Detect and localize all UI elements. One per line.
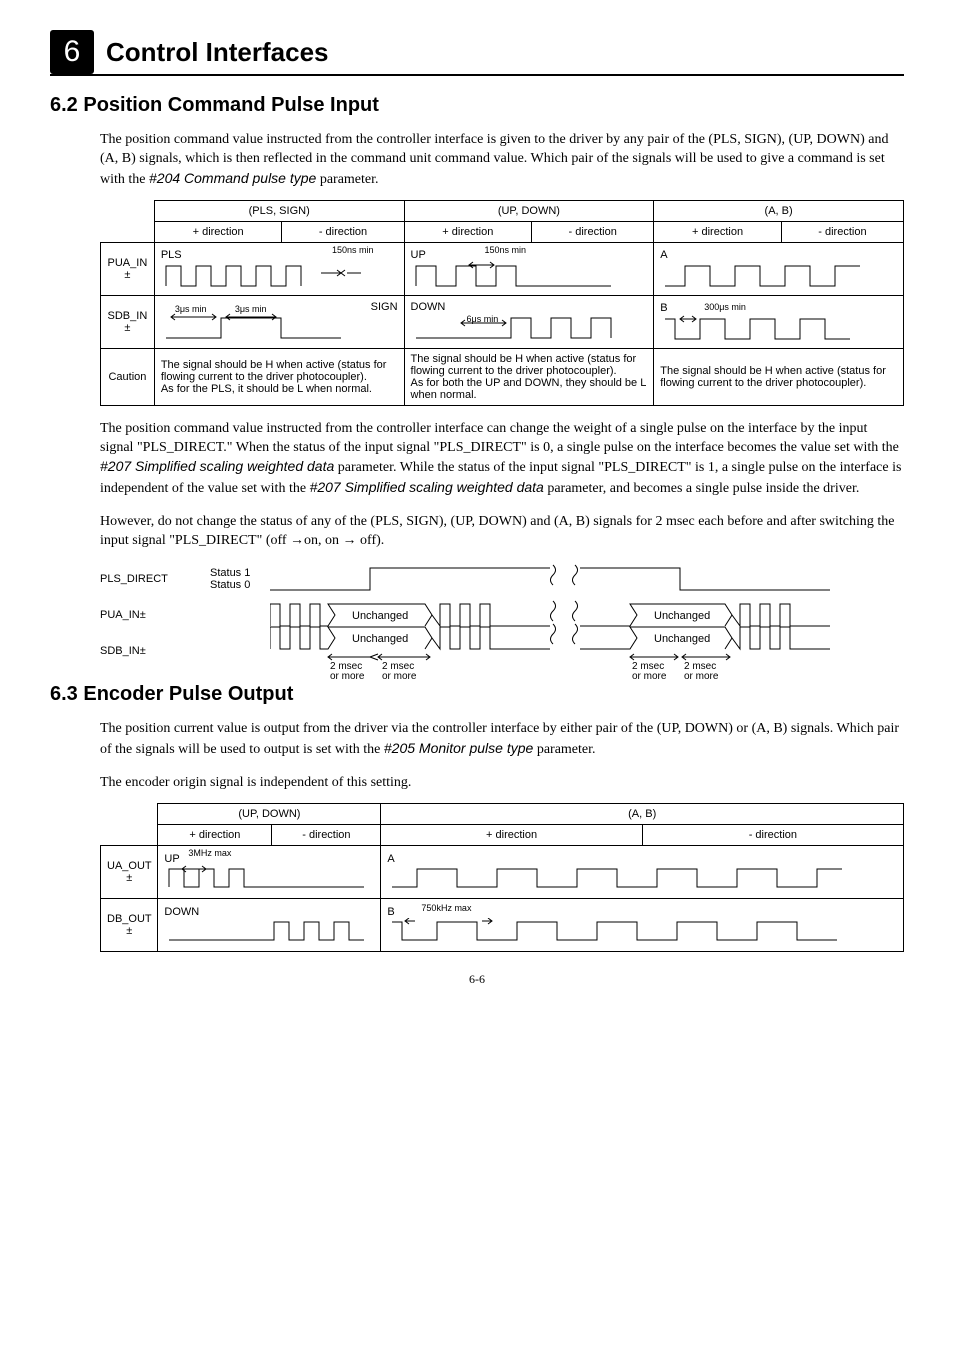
- sub-plus: + direction: [158, 824, 272, 845]
- chapter-title: Control Interfaces: [106, 37, 329, 68]
- label-up: UP: [411, 249, 426, 261]
- cell-up: UP 150ns min: [404, 242, 654, 295]
- ormore-4: or more: [684, 671, 719, 681]
- sub-minus: - direction: [642, 824, 903, 845]
- waveform-up-out-icon: [164, 865, 374, 891]
- sub-minus: - direction: [781, 221, 903, 242]
- timing-750khz: 750kHz max: [421, 903, 471, 913]
- sub-minus: - direction: [282, 221, 404, 242]
- sec63-para2: The encoder origin signal is independent…: [100, 774, 904, 793]
- col-pls-sign: (PLS, SIGN): [154, 200, 404, 221]
- label-down: DOWN: [164, 906, 199, 918]
- row-db-out: DB_OUT ±: [101, 898, 158, 951]
- col-a-b: (A, B): [654, 200, 904, 221]
- cell-up-out: UP 3MHz max: [158, 845, 381, 898]
- waveform-down-out-icon: [164, 918, 374, 944]
- cell-down: DOWN 6μs min: [404, 295, 654, 348]
- pulse-input-table: (PLS, SIGN) (UP, DOWN) (A, B) + directio…: [100, 200, 904, 406]
- ormore-1: or more: [330, 671, 365, 681]
- sub-plus: + direction: [381, 824, 642, 845]
- waveform-pls-direct-icon: [270, 562, 830, 596]
- cell-pls: PLS 150ns min: [154, 242, 404, 295]
- section-6-2-heading: 6.2 Position Command Pulse Input: [50, 94, 904, 117]
- encoder-output-table: (UP, DOWN) (A, B) + direction - directio…: [100, 803, 904, 952]
- waveform-a-out-icon: [387, 865, 847, 891]
- cell-a-out: A: [381, 845, 904, 898]
- sec63-para1: The position current value is output fro…: [100, 720, 904, 760]
- row-ua-out: UA_OUT ±: [101, 845, 158, 898]
- sub-plus: + direction: [404, 221, 532, 242]
- waveform-b-out-icon: [387, 918, 847, 944]
- text: parameter.: [537, 742, 596, 757]
- cell-a: A: [654, 242, 904, 295]
- waveform-up-icon: [411, 261, 621, 289]
- param-207-b: #207 Simplified scaling weighted data: [310, 479, 544, 495]
- sub-minus: - direction: [532, 221, 654, 242]
- text: The position command value instructed fr…: [100, 421, 899, 455]
- cell-down-out: DOWN: [158, 898, 381, 951]
- caution-2: The signal should be H when active (stat…: [404, 348, 654, 405]
- label-a: A: [660, 249, 667, 261]
- label-down: DOWN: [411, 301, 446, 313]
- row-sdb-in: SDB_IN ±: [101, 295, 155, 348]
- ormore-2: or more: [382, 671, 417, 681]
- chapter-header: 6 Control Interfaces: [50, 30, 904, 76]
- sec62-para1: The position command value instructed fr…: [100, 131, 904, 190]
- sub-plus: + direction: [654, 221, 782, 242]
- timing-3us-2: 3μs min: [235, 304, 267, 314]
- timing-6us: 6μs min: [467, 314, 499, 324]
- signal-sdb-in: SDB_IN±: [100, 645, 210, 657]
- waveform-b-icon: [660, 314, 870, 342]
- col-up-down: (UP, DOWN): [158, 803, 381, 824]
- label-pls: PLS: [161, 249, 182, 261]
- timing-300us: 300μs min: [704, 302, 746, 312]
- timing-3mhz: 3MHz max: [188, 848, 231, 858]
- label-sign: SIGN: [371, 301, 398, 313]
- unchanged-4: Unchanged: [654, 633, 710, 645]
- label-b: B: [387, 906, 394, 918]
- param-205: #205 Monitor pulse type: [384, 740, 533, 756]
- section-6-3-heading: 6.3 Encoder Pulse Output: [50, 683, 904, 706]
- label-a: A: [387, 853, 394, 865]
- cell-b-out: B 750kHz max: [381, 898, 904, 951]
- label-b: B: [660, 302, 667, 314]
- waveform-sdb-in-icon: Unchanged Unchanged 2 msec 2 msec or mor…: [270, 621, 830, 681]
- cell-b: B 300μs min: [654, 295, 904, 348]
- param-207-a: #207 Simplified scaling weighted data: [100, 458, 334, 474]
- caution-3: The signal should be H when active (stat…: [654, 348, 904, 405]
- timing-diagram: PLS_DIRECT Status 1 Status 0 PUA_IN± Unc…: [100, 561, 904, 669]
- timing-150ns: 150ns min: [485, 245, 527, 255]
- row-caution: Caution: [101, 348, 155, 405]
- sub-plus: + direction: [154, 221, 282, 242]
- sub-minus: - direction: [272, 824, 381, 845]
- waveform-a-icon: [660, 261, 870, 289]
- chapter-number: 6: [50, 30, 94, 74]
- waveform-down-icon: [411, 313, 621, 343]
- status-1: Status 1: [210, 567, 270, 579]
- waveform-pls-icon: [161, 261, 371, 289]
- timing-3us-1: 3μs min: [175, 304, 207, 314]
- signal-pua-in: PUA_IN±: [100, 609, 210, 621]
- cell-sign: SIGN 3μs min 3μs min: [154, 295, 404, 348]
- ormore-3: or more: [632, 671, 667, 681]
- caution-1: The signal should be H when active (stat…: [154, 348, 404, 405]
- param-204: #204 Command pulse type: [149, 170, 316, 186]
- col-up-down: (UP, DOWN): [404, 200, 654, 221]
- sec62-para3: However, do not change the status of any…: [100, 513, 904, 551]
- signal-pls-direct: PLS_DIRECT: [100, 573, 210, 585]
- row-pua-in: PUA_IN ±: [101, 242, 155, 295]
- sec62-para2: The position command value instructed fr…: [100, 420, 904, 500]
- unchanged-3: Unchanged: [352, 633, 408, 645]
- col-a-b: (A, B): [381, 803, 904, 824]
- text: parameter.: [320, 172, 379, 187]
- waveform-sign-icon: [161, 313, 371, 343]
- page-footer: 6-6: [50, 972, 904, 987]
- label-up: UP: [164, 853, 179, 865]
- text: parameter, and becomes a single pulse in…: [547, 481, 859, 496]
- status-0: Status 0: [210, 579, 270, 591]
- timing-150ns: 150ns min: [332, 245, 374, 255]
